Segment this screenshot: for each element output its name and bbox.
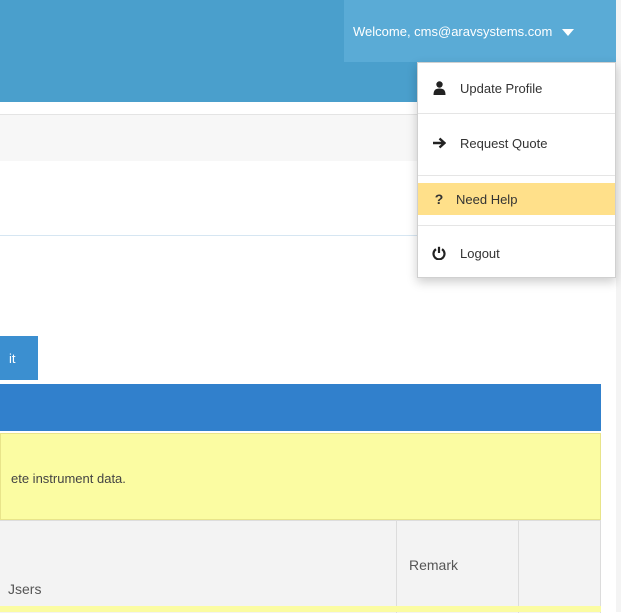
menu-divider [418,225,615,226]
column-header-users[interactable]: Jsers [0,521,397,613]
menu-item-request-quote[interactable]: Request Quote [418,114,615,172]
user-menu-toggle[interactable]: Welcome, cms@aravsystems.com [344,0,616,62]
info-alert: ete instrument data. [0,433,601,520]
menu-item-update-profile[interactable]: Update Profile [418,63,615,113]
menu-divider [418,175,615,176]
welcome-text: Welcome, cms@aravsystems.com [353,23,553,39]
column-header-actions [519,521,601,613]
column-header-remark[interactable]: Remark [397,521,519,613]
user-icon [432,81,446,95]
edit-button-label: it [9,350,16,366]
scrollbar-gutter [616,0,621,612]
caret-down-icon [562,28,575,36]
section-header-band [0,384,601,431]
alert-text: ete instrument data. [11,471,126,486]
table-header: Jsers Remark [0,520,601,613]
power-icon [432,246,446,260]
edit-button[interactable]: it [0,336,38,380]
user-dropdown-menu: Update Profile Request Quote ? Need Help… [417,62,616,278]
arrow-right-icon [432,137,446,149]
question-icon: ? [434,191,444,207]
table-row [0,606,601,612]
menu-item-need-help[interactable]: ? Need Help [418,183,615,215]
menu-item-logout[interactable]: Logout [418,228,615,278]
